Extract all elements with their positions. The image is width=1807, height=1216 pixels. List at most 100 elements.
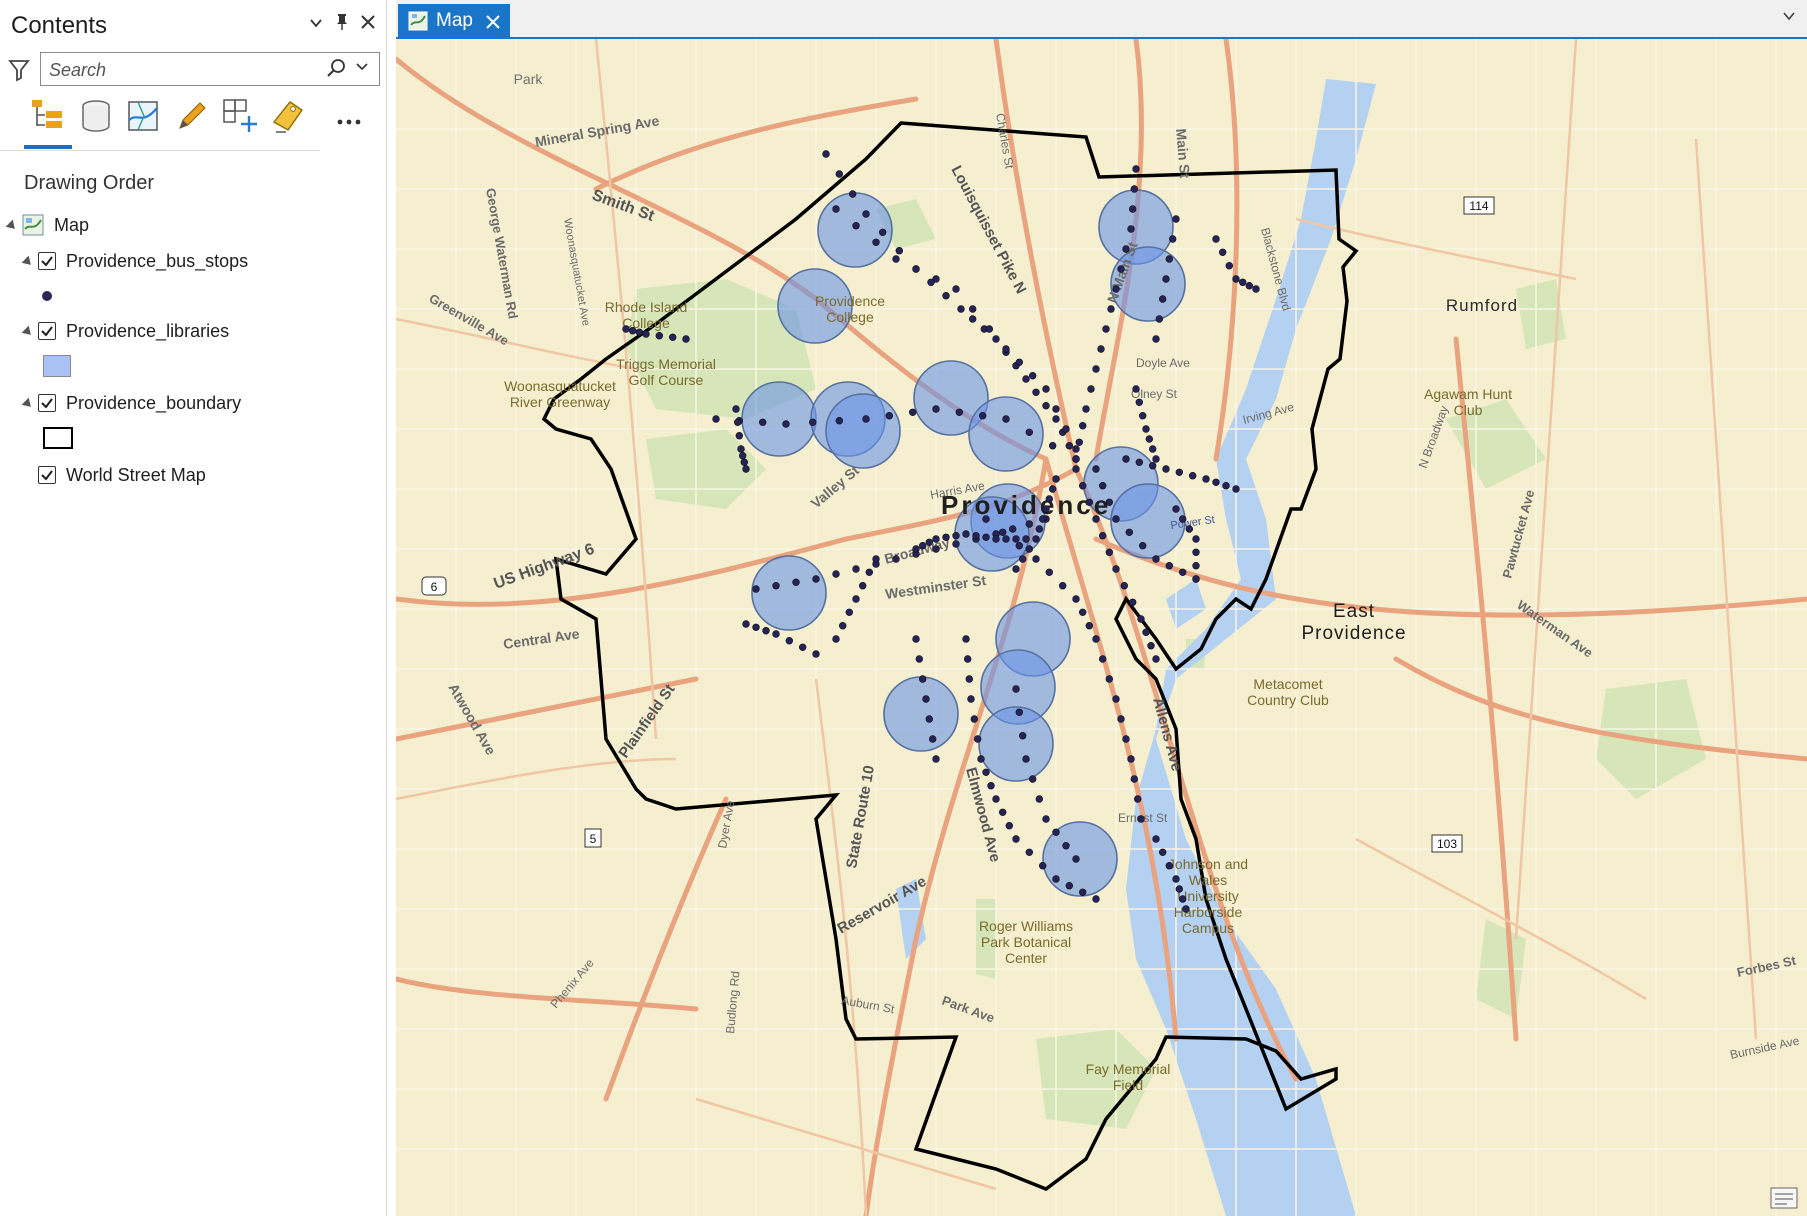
bus-stop-point[interactable] — [908, 408, 917, 416]
bus-stop-point[interactable] — [952, 532, 960, 540]
list-by-selection-icon[interactable] — [124, 96, 164, 140]
bus-stop-point[interactable] — [892, 255, 900, 263]
bus-stop-point[interactable] — [1085, 498, 1093, 506]
bus-stop-point[interactable] — [852, 565, 860, 573]
bus-stop-point[interactable] — [915, 655, 923, 663]
bus-stop-point[interactable] — [1122, 245, 1130, 253]
bus-stop-point[interactable] — [1152, 555, 1160, 563]
bus-stop-point[interactable] — [1105, 675, 1113, 683]
bus-stop-point[interactable] — [1178, 515, 1187, 523]
bus-stop-point[interactable] — [1133, 795, 1142, 803]
bus-stop-point[interactable] — [1065, 442, 1073, 450]
bus-stop-point[interactable] — [925, 538, 933, 546]
bus-stop-point[interactable] — [785, 636, 793, 645]
bus-stop-point[interactable] — [642, 330, 650, 338]
bus-stop-point[interactable] — [1132, 385, 1140, 393]
bus-stop-point[interactable] — [922, 695, 930, 703]
bus-stop-point[interactable] — [1025, 520, 1033, 528]
bus-stop-point[interactable] — [1222, 482, 1230, 490]
bus-stop-point[interactable] — [1022, 375, 1030, 383]
bus-stop-point[interactable] — [682, 335, 690, 343]
bus-stop-point[interactable] — [1137, 615, 1145, 623]
bus-stop-point[interactable] — [1225, 262, 1233, 270]
collapse-icon[interactable] — [5, 219, 19, 233]
bus-stop-point[interactable] — [1042, 815, 1050, 823]
bus-stop-point[interactable] — [1038, 861, 1047, 870]
bus-stop-point[interactable] — [1212, 235, 1220, 243]
bus-stop-point[interactable] — [1052, 415, 1060, 423]
bus-stop-point[interactable] — [1045, 495, 1053, 503]
library-buffer[interactable] — [741, 381, 817, 457]
bus-stop-point[interactable] — [1045, 568, 1053, 576]
bus-stop-point[interactable] — [1112, 515, 1120, 523]
library-buffer[interactable] — [825, 393, 901, 469]
bus-stop-point[interactable] — [965, 675, 973, 683]
bus-stop-point[interactable] — [872, 555, 880, 563]
library-buffer[interactable] — [751, 555, 827, 631]
bus-stop-point[interactable] — [932, 535, 940, 543]
bus-stop-point[interactable] — [892, 555, 900, 563]
bus-stop-point[interactable] — [972, 532, 980, 540]
bus-stop-point[interactable] — [992, 535, 1000, 543]
bus-stop-point[interactable] — [1032, 535, 1040, 543]
bus-stop-point[interactable] — [1012, 835, 1020, 843]
bus-stop-point[interactable] — [1028, 775, 1037, 783]
bus-stop-point[interactable] — [982, 533, 990, 541]
tab-list-chevron-icon[interactable] — [1781, 8, 1799, 26]
bus-stop-point[interactable] — [1052, 405, 1060, 413]
bus-stop-point[interactable] — [1148, 445, 1157, 453]
bus-stop-point[interactable] — [1172, 505, 1180, 513]
bus-stop-point[interactable] — [852, 595, 860, 603]
bus-stop-point[interactable] — [1078, 482, 1087, 490]
bus-stop-point[interactable] — [1042, 385, 1050, 393]
bus-stop-point[interactable] — [862, 210, 870, 218]
bus-stop-point[interactable] — [1075, 438, 1083, 446]
bus-stop-point[interactable] — [1107, 305, 1115, 313]
tree-item-map[interactable]: Map — [0, 210, 380, 240]
bus-stop-point[interactable] — [1012, 565, 1020, 573]
bus-stop-point[interactable] — [735, 432, 743, 440]
bus-stop-point[interactable] — [1158, 295, 1167, 303]
bus-stop-point[interactable] — [1127, 755, 1135, 763]
bus-stop-point[interactable] — [1092, 465, 1100, 473]
collapse-icon[interactable] — [21, 397, 35, 411]
bus-stop-point[interactable] — [1062, 841, 1070, 850]
bus-stop-point[interactable] — [655, 332, 663, 340]
library-buffer[interactable] — [883, 676, 959, 752]
bus-stop-point[interactable] — [918, 542, 927, 550]
bus-stop-point[interactable] — [1148, 462, 1157, 470]
bus-stop-point[interactable] — [772, 581, 780, 590]
list-by-editing-icon[interactable] — [172, 96, 212, 140]
bus-stop-point[interactable] — [1128, 598, 1137, 606]
bus-stop-point[interactable] — [835, 170, 843, 178]
bus-stop-point[interactable] — [1058, 581, 1067, 590]
bus-stop-point[interactable] — [1105, 548, 1113, 556]
bus-stop-point[interactable] — [1117, 265, 1125, 273]
bus-stop-point[interactable] — [1245, 282, 1253, 290]
bus-stop-point[interactable] — [925, 715, 933, 723]
bus-stop-point[interactable] — [1092, 635, 1100, 643]
bus-stop-point[interactable] — [967, 695, 975, 703]
bus-stop-point[interactable] — [1072, 595, 1080, 603]
bus-stop-point[interactable] — [1128, 205, 1137, 213]
bus-stop-point[interactable] — [1042, 505, 1050, 513]
bus-stop-point[interactable] — [1072, 855, 1080, 863]
bus-stop-point[interactable] — [1005, 821, 1013, 830]
bus-stop-point[interactable] — [992, 335, 1000, 343]
bus-stop-point[interactable] — [845, 608, 853, 616]
bus-stop-point[interactable] — [740, 458, 748, 466]
bus-stop-point[interactable] — [1172, 875, 1180, 883]
bus-stop-point[interactable] — [1078, 422, 1087, 430]
bus-stop-point[interactable] — [1052, 475, 1060, 483]
close-tab-icon[interactable] — [484, 7, 502, 37]
bus-stop-point[interactable] — [1168, 235, 1177, 243]
bus-stop-point[interactable] — [982, 768, 990, 776]
list-by-snapping-icon[interactable] — [220, 96, 260, 140]
map-canvas[interactable]: Providence East Providence Rumford Park … — [396, 39, 1807, 1216]
bus-stop-point[interactable] — [942, 292, 950, 300]
bus-stop-point[interactable] — [759, 418, 767, 426]
bus-stop-point[interactable] — [809, 418, 817, 426]
bus-stop-point[interactable] — [1122, 735, 1130, 743]
bus-stop-point[interactable] — [992, 795, 1000, 803]
bus-stop-point[interactable] — [1192, 561, 1200, 570]
